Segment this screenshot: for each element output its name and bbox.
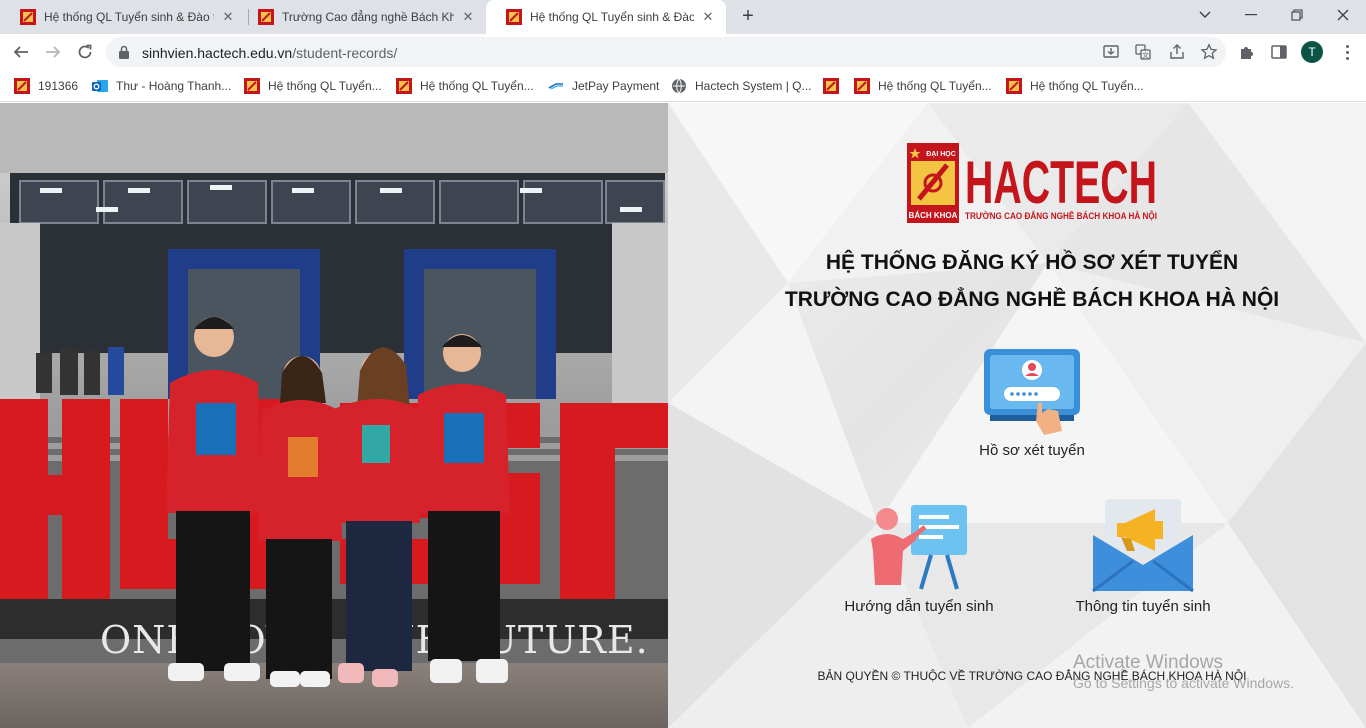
registration-panel: ĐẠI HỌC BÁCH KHOA HACTECH TRƯỜNG CAO ĐẲN… [668,103,1366,728]
logo-badge-top: ĐẠI HỌC [926,151,956,158]
close-icon [1337,9,1349,21]
reload-button[interactable] [70,37,100,67]
logo-tagline: TRƯỜNG CAO ĐẲNG NGHỀ BÁCH KHOA HÀ NỘI [965,210,1157,221]
megaphone-envelope-icon[interactable] [1091,499,1195,593]
bookmark-label: JetPay Payment [572,79,660,93]
url-path: /student-records/ [292,45,398,61]
close-window-button[interactable] [1320,0,1366,30]
profile-login-icon[interactable] [982,343,1082,437]
restore-button[interactable] [1274,0,1320,30]
reload-icon [78,44,92,59]
chevron-down-icon [1199,11,1211,18]
minimize-button[interactable] [1228,0,1274,30]
menu-item-label[interactable]: Hồ sơ xét tuyển [967,442,1097,459]
menu-item-label[interactable]: Thông tin tuyển sinh [1063,598,1223,615]
close-icon[interactable]: ✕ [460,9,476,25]
arrow-left-icon [13,46,28,58]
bookmark-label: Hệ thống QL Tuyển... [420,79,534,93]
back-button[interactable] [6,37,36,67]
presentation-icon[interactable] [867,499,971,593]
share-icon[interactable] [1168,43,1186,61]
browser-toolbar: sinhvien.hactech.edu.vn/student-records/… [0,34,1366,70]
restore-icon [1291,9,1303,21]
bookmark-label: Thư - Hoàng Thanh... [116,79,232,93]
browser-menu-icon[interactable] [1338,43,1356,61]
bookmark-item[interactable]: JetPay Payment [548,76,659,96]
url-text[interactable]: sinhvien.hactech.edu.vn/student-records/ [142,45,397,61]
address-bar[interactable]: sinhvien.hactech.edu.vn/student-records/… [106,37,1226,67]
browser-tab-2[interactable]: Trường Cao đẳng nghề Bách Khoa ✕ [238,0,486,34]
watermark-line-1: Activate Windows [1073,652,1223,673]
bookmark-label: Hệ thống QL Tuyển... [1030,79,1144,93]
extensions-puzzle-icon[interactable] [1238,43,1256,61]
new-tab-button[interactable]: + [736,5,760,29]
hactech-favicon [396,78,412,94]
bookmark-item[interactable]: Hệ thống QL Tuyển... [396,76,534,96]
menu-item-huong-dan-tuyen-sinh[interactable]: Hướng dẫn tuyển sinh [837,499,1001,615]
profile-avatar[interactable]: T [1301,41,1323,63]
menu-item-label[interactable]: Hướng dẫn tuyển sinh [837,598,1001,615]
menu-item-ho-so-xet-tuyen[interactable]: Hồ sơ xét tuyển [967,343,1097,459]
page-title-line-2: TRƯỜNG CAO ĐẲNG NGHỀ BÁCH KHOA HÀ NỘI [784,288,1280,311]
logo-wordmark: HACTECH [965,149,1157,216]
browser-tab-3[interactable]: Hệ thống QL Tuyển sinh & Đào Tạo ✕ [486,0,726,34]
close-icon[interactable]: ✕ [700,9,716,25]
tab-title: Hệ thống QL Tuyển sinh & Đào tạo [44,10,214,24]
jetpay-icon [548,83,563,90]
page-title-line-1: HỆ THỐNG ĐĂNG KÝ HỒ SƠ XÉT TUYỂN [825,251,1239,274]
bookmark-item[interactable]: Thư - Hoàng Thanh... [92,76,231,96]
url-host: sinhvien.hactech.edu.vn [142,45,293,61]
lock-icon[interactable] [118,45,130,59]
arrow-right-icon [46,46,61,58]
tab-strip: Hệ thống QL Tuyển sinh & Đào tạo ✕ Trườn… [0,0,1366,34]
tab-search-button[interactable] [1182,0,1228,30]
bookmark-label: Hệ thống QL Tuyển... [878,79,992,93]
campus-photo: ONE LOVE. ONE FUTURE. [0,103,668,728]
bookmark-label: Hactech System | Q... [695,79,812,93]
close-icon[interactable]: ✕ [220,9,236,25]
side-panel-icon[interactable] [1270,43,1288,61]
browser-tab-1[interactable]: Hệ thống QL Tuyển sinh & Đào tạo ✕ [0,0,246,34]
minimize-icon [1245,14,1257,16]
hactech-favicon [506,9,522,25]
hactech-logo: ĐẠI HỌC BÁCH KHOA HACTECH TRƯỜNG CAO ĐẲN… [907,143,1157,223]
logo-badge-bottom: BÁCH KHOA [909,211,958,220]
forward-button[interactable] [38,37,68,67]
campus-photo-illustration: ONE LOVE. ONE FUTURE. [0,103,668,728]
tab-title: Hệ thống QL Tuyển sinh & Đào Tạo [530,10,694,24]
bookmark-item[interactable] [823,76,847,96]
outlook-icon [92,80,108,92]
hactech-favicon [854,78,870,94]
windows-activation-watermark: Activate Windows Go to Settings to activ… [1073,652,1294,691]
menu-item-thong-tin-tuyen-sinh[interactable]: Thông tin tuyển sinh [1063,499,1223,615]
hactech-favicon [244,78,260,94]
bookmark-item[interactable]: Hệ thống QL Tuyển... [244,76,382,96]
bookmark-item[interactable]: Hactech System | Q... [671,76,811,96]
hactech-favicon [14,78,30,94]
bookmark-item[interactable]: 191366 [14,76,78,96]
hactech-favicon [823,78,839,94]
install-app-icon[interactable] [1102,43,1120,61]
watermark-line-2: Go to Settings to activate Windows. [1073,675,1294,691]
hactech-favicon [20,9,36,25]
globe-icon [672,78,686,94]
bookmark-label: 191366 [38,79,79,93]
svg-text:文: 文 [1142,51,1149,60]
bookmark-item[interactable]: Hệ thống QL Tuyển... [854,76,992,96]
bookmark-label: Hệ thống QL Tuyển... [268,79,382,93]
bookmarks-bar: 191366 Thư - Hoàng Thanh... Hệ thống QL … [0,70,1366,102]
hactech-favicon [258,9,274,25]
bookmark-item[interactable]: Hệ thống QL Tuyển... [1006,76,1144,96]
hactech-favicon [1006,78,1022,94]
bookmark-star-icon[interactable] [1200,43,1218,61]
translate-icon[interactable]: 文 [1134,43,1152,61]
tab-title: Trường Cao đẳng nghề Bách Khoa [282,10,454,24]
page-content: ONE LOVE. ONE FUTURE. [0,103,1366,728]
